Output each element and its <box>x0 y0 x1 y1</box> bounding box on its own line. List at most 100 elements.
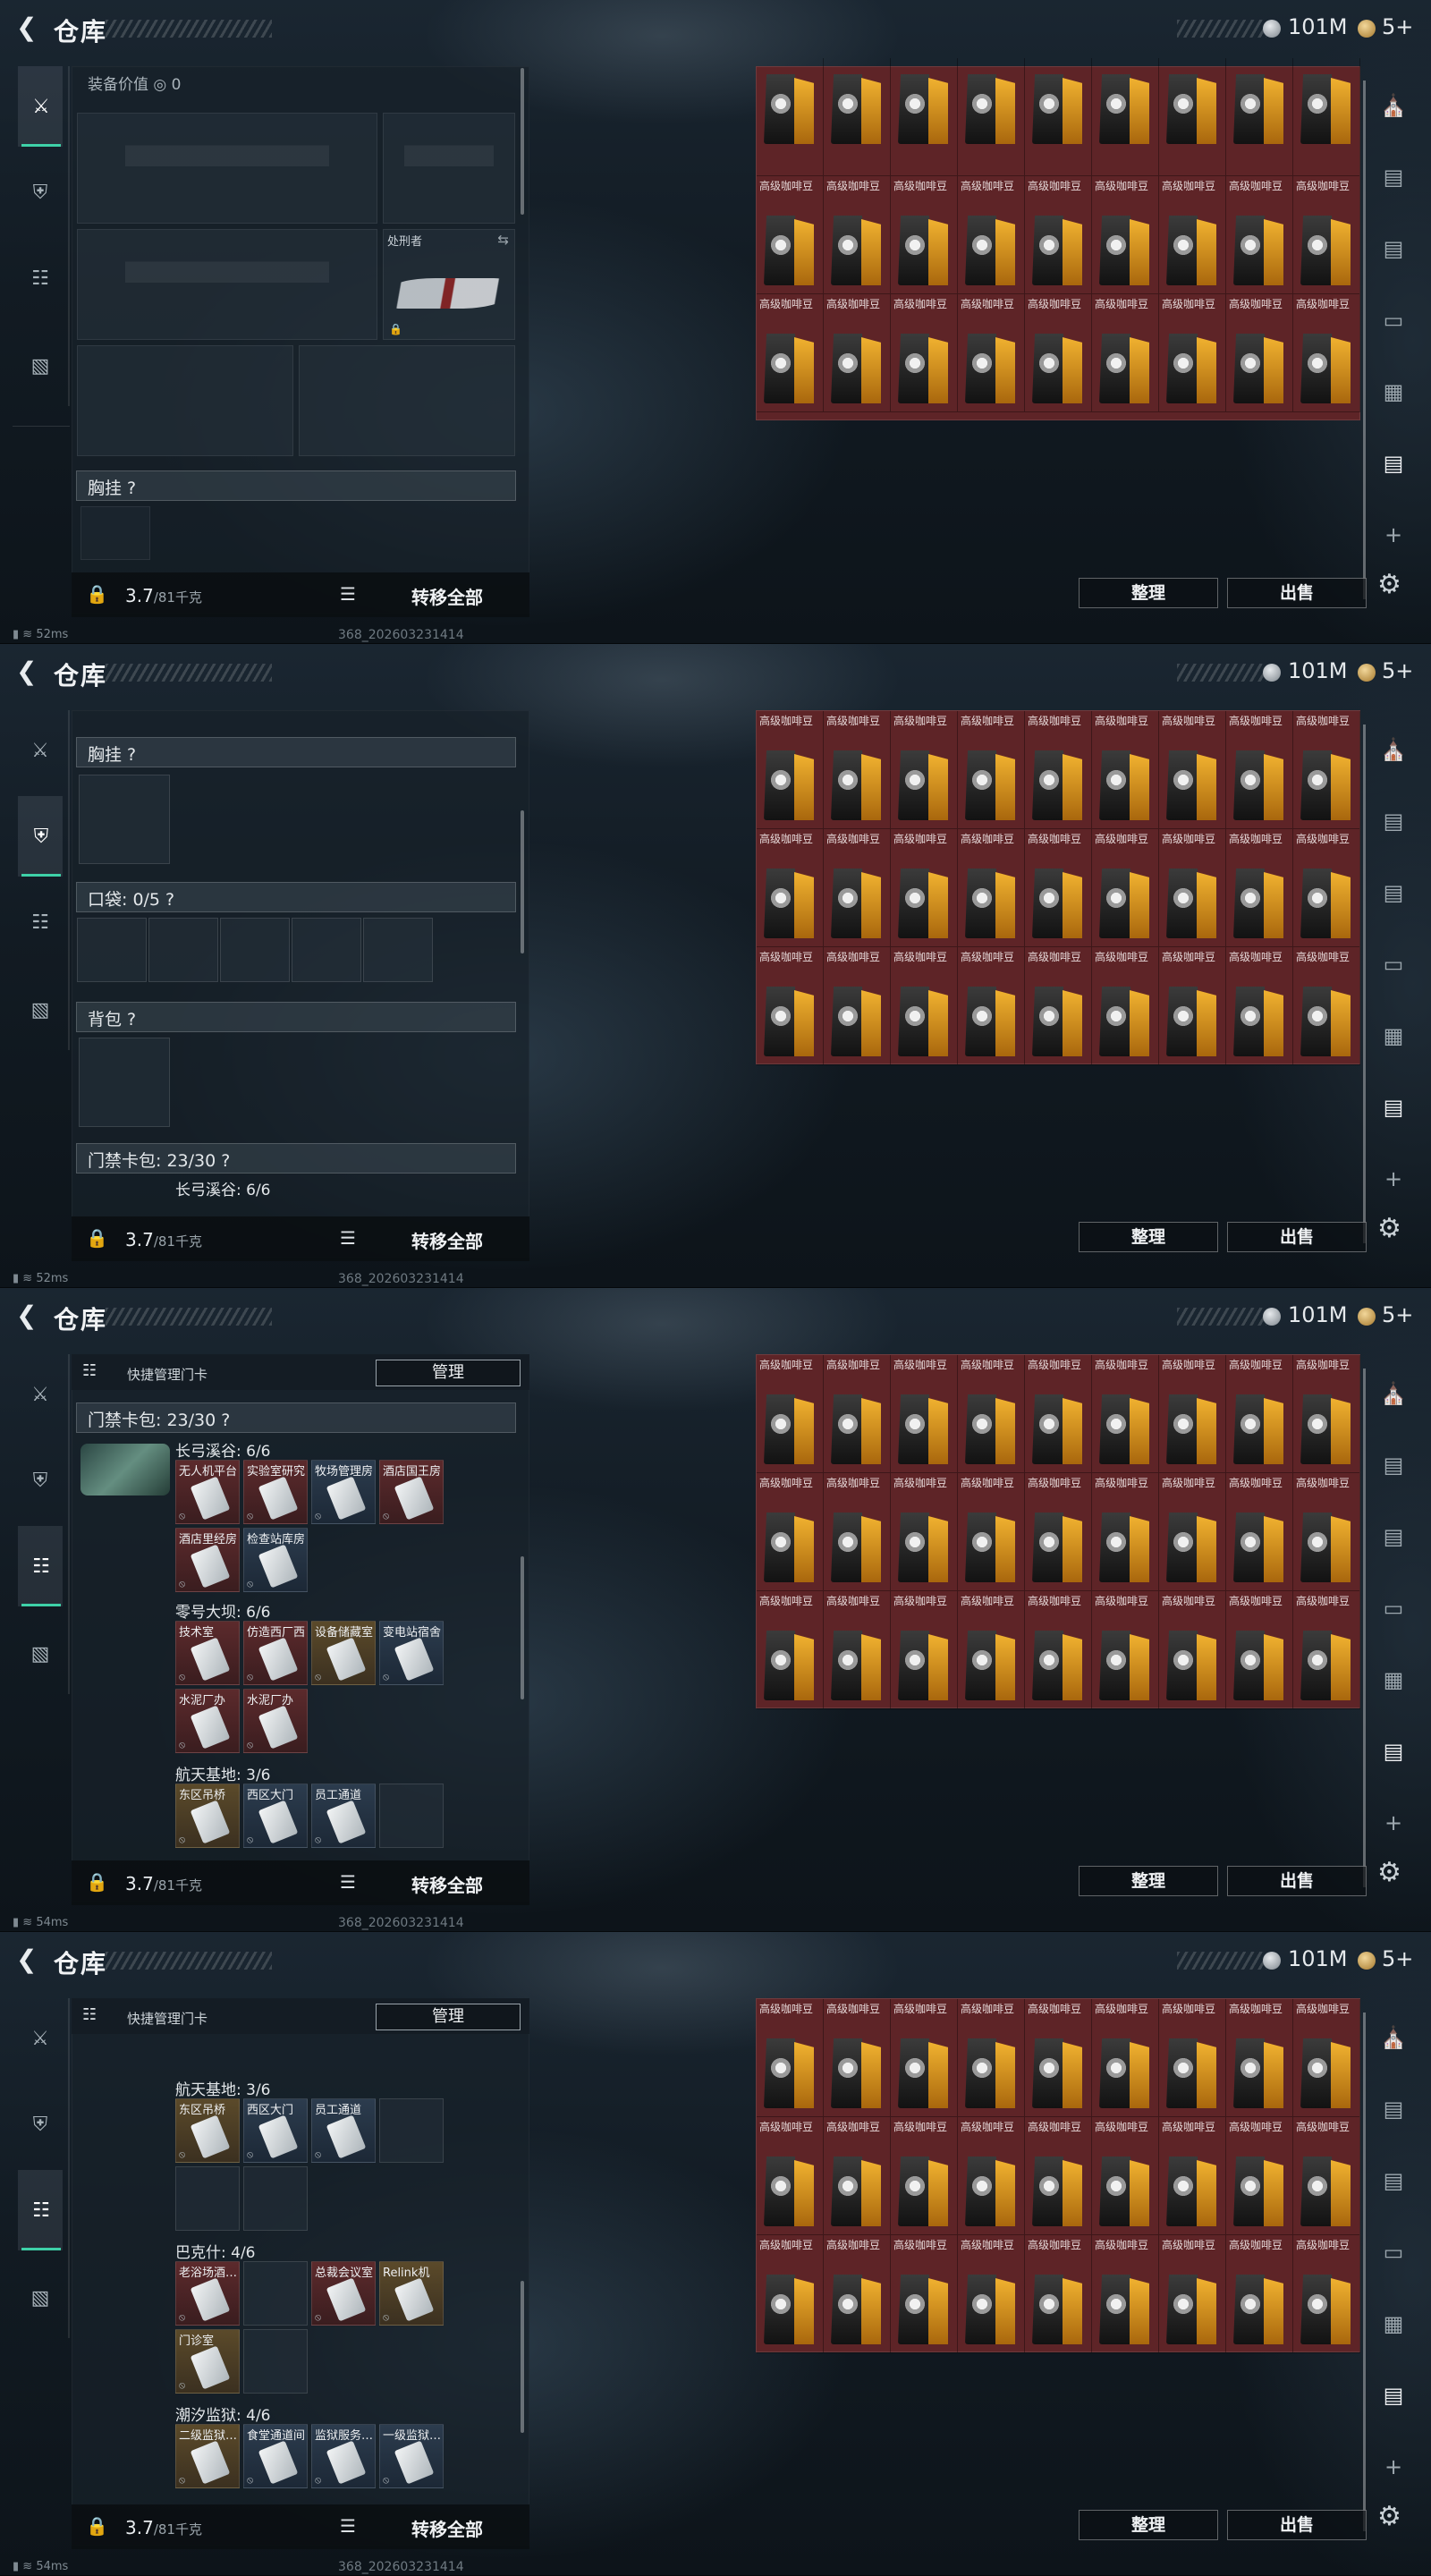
storage-tier-icon[interactable]: ▤ <box>1374 2161 1413 2200</box>
keycard-item[interactable]: 总裁会议室 ⦸ <box>311 2261 376 2326</box>
coffee-bean-item[interactable]: 高级咖啡豆 <box>891 1473 958 1591</box>
loadout-scrollbar[interactable] <box>521 1556 524 1699</box>
storage-tier-icon[interactable]: ▤ <box>1374 157 1413 197</box>
coffee-bean-item[interactable] <box>958 58 1025 176</box>
transfer-all-button[interactable]: 转移全部 <box>411 1227 483 1253</box>
pocket-header[interactable]: 口袋: 0/5 ? <box>76 882 516 912</box>
storage-tier-icon[interactable]: ▤ <box>1374 229 1413 268</box>
add-icon[interactable]: + <box>1374 2447 1413 2487</box>
add-icon[interactable]: + <box>1374 515 1413 555</box>
coffee-bean-item[interactable]: 高级咖啡豆 <box>824 294 891 412</box>
coffee-bean-item[interactable]: 高级咖啡豆 <box>1226 1473 1293 1591</box>
coffee-bean-item[interactable]: 高级咖啡豆 <box>824 2235 891 2353</box>
coffee-bean-item[interactable]: 高级咖啡豆 <box>757 947 824 1065</box>
coffee-bean-item[interactable]: 高级咖啡豆 <box>1293 1999 1360 2117</box>
keycard-item[interactable]: 食堂通道间 ⦸ <box>243 2424 308 2488</box>
loadout-scrollbar[interactable] <box>521 68 524 215</box>
storage-tier-icon[interactable]: ▤ <box>1374 801 1413 841</box>
coffee-bean-item[interactable]: 高级咖啡豆 <box>1092 2117 1159 2235</box>
folder-icon[interactable]: ▭ <box>1374 301 1413 340</box>
coffee-bean-item[interactable]: 高级咖啡豆 <box>1159 1355 1226 1473</box>
coffee-bean-item[interactable]: 高级咖啡豆 <box>757 711 824 829</box>
tab-keycards[interactable]: ☷ <box>18 2170 63 2250</box>
coffee-bean-item[interactable]: 高级咖啡豆 <box>1159 294 1226 412</box>
sort-button[interactable]: 整理 <box>1079 2510 1218 2540</box>
coffee-bean-item[interactable]: 高级咖啡豆 <box>824 1591 891 1709</box>
coffee-bean-item[interactable]: 高级咖啡豆 <box>1025 2235 1092 2353</box>
coffee-bean-item[interactable]: 高级咖啡豆 <box>891 176 958 294</box>
chest-rig-slot[interactable] <box>80 506 150 560</box>
pocket-slot[interactable] <box>292 918 361 982</box>
garage-icon[interactable]: ⛪ <box>1374 1374 1413 1413</box>
coffee-bean-item[interactable]: 高级咖啡豆 <box>891 1999 958 2117</box>
back-icon[interactable]: ❮ <box>16 1946 39 1973</box>
coffee-bean-item[interactable]: 高级咖啡豆 <box>958 947 1025 1065</box>
coffee-bean-item[interactable]: 高级咖啡豆 <box>1226 176 1293 294</box>
empty-keycard-slot[interactable] <box>379 1784 444 1848</box>
pocket-slot[interactable] <box>363 918 433 982</box>
tab-armor[interactable]: ⛨ <box>18 2084 63 2165</box>
coffee-bean-item[interactable]: 高级咖啡豆 <box>891 2117 958 2235</box>
coffee-bean-item[interactable] <box>824 58 891 176</box>
coffee-bean-item[interactable]: 高级咖啡豆 <box>1226 829 1293 947</box>
lock-icon[interactable]: 🔒 <box>86 1227 108 1249</box>
coffee-bean-item[interactable]: 高级咖啡豆 <box>1159 1999 1226 2117</box>
keycard-item[interactable]: 牧场管理房 ⦸ <box>311 1460 376 1524</box>
coffee-bean-item[interactable]: 高级咖啡豆 <box>757 176 824 294</box>
chest-rig-header[interactable]: 胸挂 ? <box>76 470 516 501</box>
coffee-bean-item[interactable]: 高级咖啡豆 <box>1159 711 1226 829</box>
coffee-bean-item[interactable]: 高级咖啡豆 <box>1025 294 1092 412</box>
coffee-bean-item[interactable]: 高级咖啡豆 <box>1159 1473 1226 1591</box>
body-armor-slot[interactable] <box>299 345 515 456</box>
empty-keycard-slot[interactable] <box>379 2098 444 2163</box>
pocket-slot[interactable] <box>77 918 147 982</box>
coffee-bean-item[interactable]: 高级咖啡豆 <box>1226 294 1293 412</box>
coffee-bean-item[interactable]: 高级咖啡豆 <box>958 2117 1025 2235</box>
tab-weapons[interactable]: ⚔ <box>18 1354 63 1435</box>
coffee-bean-item[interactable]: 高级咖啡豆 <box>757 2235 824 2353</box>
coffee-bean-item[interactable]: 高级咖啡豆 <box>824 1999 891 2117</box>
pistol-slot[interactable] <box>383 113 515 224</box>
coffee-bean-item[interactable]: 高级咖啡豆 <box>1226 1591 1293 1709</box>
coffee-bean-item[interactable]: 高级咖啡豆 <box>958 1999 1025 2117</box>
storage-tier-icon[interactable]: ▤ <box>1374 444 1413 483</box>
folder-icon[interactable]: ▭ <box>1374 1589 1413 1628</box>
tab-armor[interactable]: ⛨ <box>18 796 63 877</box>
list-icon[interactable]: ☰ <box>340 583 356 605</box>
coffee-bean-item[interactable]: 高级咖啡豆 <box>1226 711 1293 829</box>
storage-tier-icon[interactable]: ▤ <box>1374 2089 1413 2129</box>
coffee-bean-item[interactable]: 高级咖啡豆 <box>757 1473 824 1591</box>
keycard-item[interactable]: 实验室研究 ⦸ <box>243 1460 308 1524</box>
tab-armor[interactable]: ⛨ <box>18 152 63 233</box>
gear-icon[interactable]: ⚙ <box>1377 1857 1401 1888</box>
add-storage-icon[interactable]: ▦ <box>1374 2304 1413 2343</box>
coffee-bean-item[interactable]: 高级咖啡豆 <box>891 1591 958 1709</box>
secondary-weapon-slot[interactable] <box>77 229 377 340</box>
gear-icon[interactable]: ⚙ <box>1377 1213 1401 1244</box>
keycard-item[interactable]: 二级监狱… ⦸ <box>175 2424 240 2488</box>
add-storage-icon[interactable]: ▦ <box>1374 372 1413 411</box>
tab-weapons[interactable]: ⚔ <box>18 66 63 147</box>
coffee-bean-item[interactable]: 高级咖啡豆 <box>1293 176 1360 294</box>
storage-tier-icon[interactable]: ▤ <box>1374 1088 1413 1127</box>
pocket-slot[interactable] <box>220 918 290 982</box>
keycard-item[interactable]: 仿造西厂西 ⦸ <box>243 1621 308 1685</box>
list-icon[interactable]: ☰ <box>340 1227 356 1249</box>
keycard-item[interactable]: 西区大门 ⦸ <box>243 2098 308 2163</box>
tab-weapons[interactable]: ⚔ <box>18 710 63 791</box>
coffee-bean-item[interactable]: 高级咖啡豆 <box>1226 947 1293 1065</box>
coffee-bean-item[interactable]: 高级咖啡豆 <box>958 711 1025 829</box>
coffee-bean-item[interactable]: 高级咖啡豆 <box>1293 2117 1360 2235</box>
keycard-pack-header[interactable]: 门禁卡包: 23/30 ? <box>76 1143 516 1174</box>
coffee-bean-item[interactable]: 高级咖啡豆 <box>1159 947 1226 1065</box>
add-icon[interactable]: + <box>1374 1803 1413 1843</box>
tab-keycards[interactable]: ☷ <box>18 1526 63 1606</box>
coffee-bean-item[interactable]: 高级咖啡豆 <box>1092 947 1159 1065</box>
coffee-bean-item[interactable]: 高级咖啡豆 <box>891 829 958 947</box>
coffee-bean-item[interactable]: 高级咖啡豆 <box>958 2235 1025 2353</box>
coffee-bean-item[interactable]: 高级咖啡豆 <box>1092 294 1159 412</box>
chest-rig-header[interactable]: 胸挂 ? <box>76 737 516 767</box>
coffee-bean-item[interactable]: 高级咖啡豆 <box>958 1355 1025 1473</box>
back-icon[interactable]: ❮ <box>16 14 39 41</box>
keycard-item[interactable]: 门诊室 ⦸ <box>175 2329 240 2394</box>
